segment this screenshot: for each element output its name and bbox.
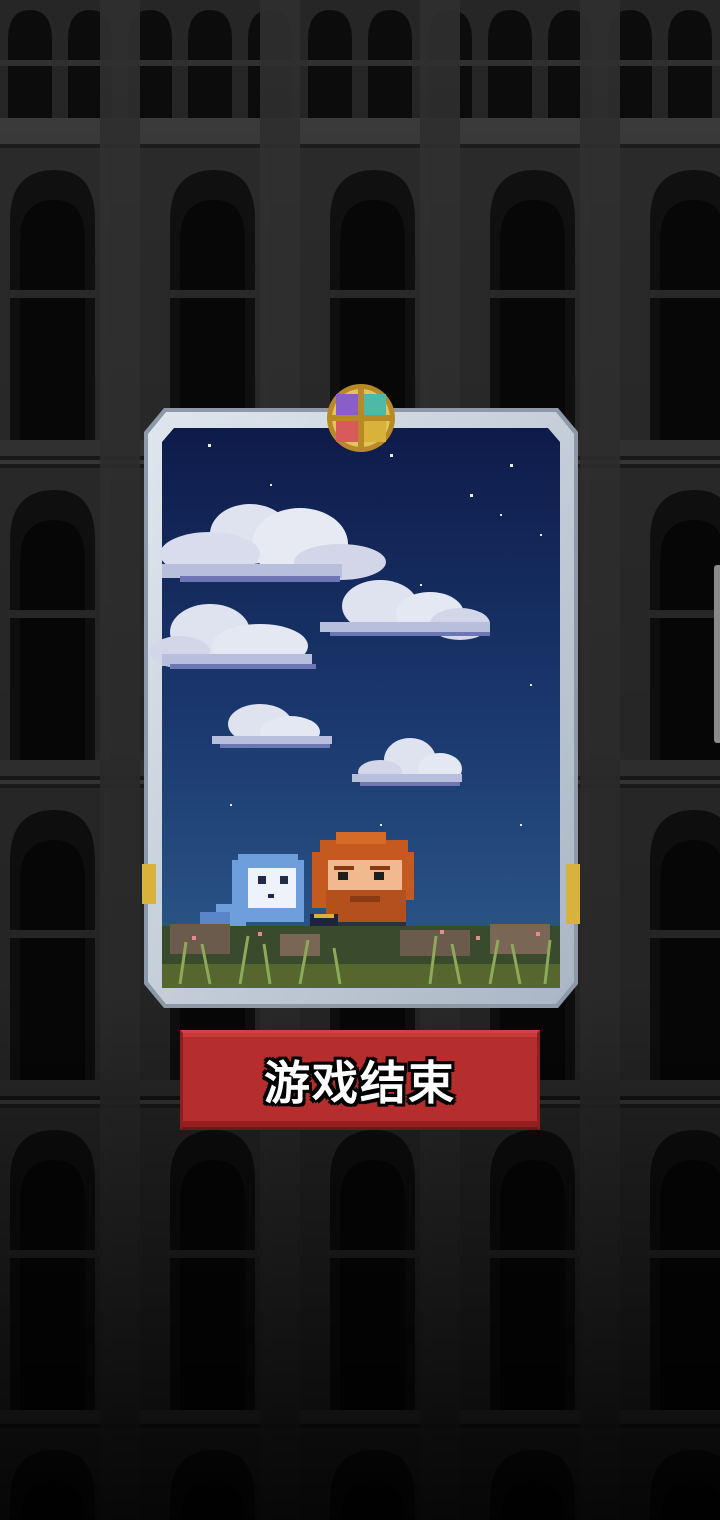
card-artwork <box>142 384 580 1008</box>
game-screen: 游戏结束 <box>0 0 720 1520</box>
grass-foreground <box>162 924 560 988</box>
game-over-label: 游戏结束 <box>264 1056 456 1110</box>
character-card <box>140 384 582 1012</box>
right-gold-ribbon <box>566 864 580 924</box>
scroll-handle[interactable] <box>714 565 720 743</box>
four-quadrant-gem-emblem-icon <box>327 384 395 452</box>
left-gold-ribbon <box>142 864 156 904</box>
game-over-button[interactable]: 游戏结束 <box>180 1030 540 1130</box>
